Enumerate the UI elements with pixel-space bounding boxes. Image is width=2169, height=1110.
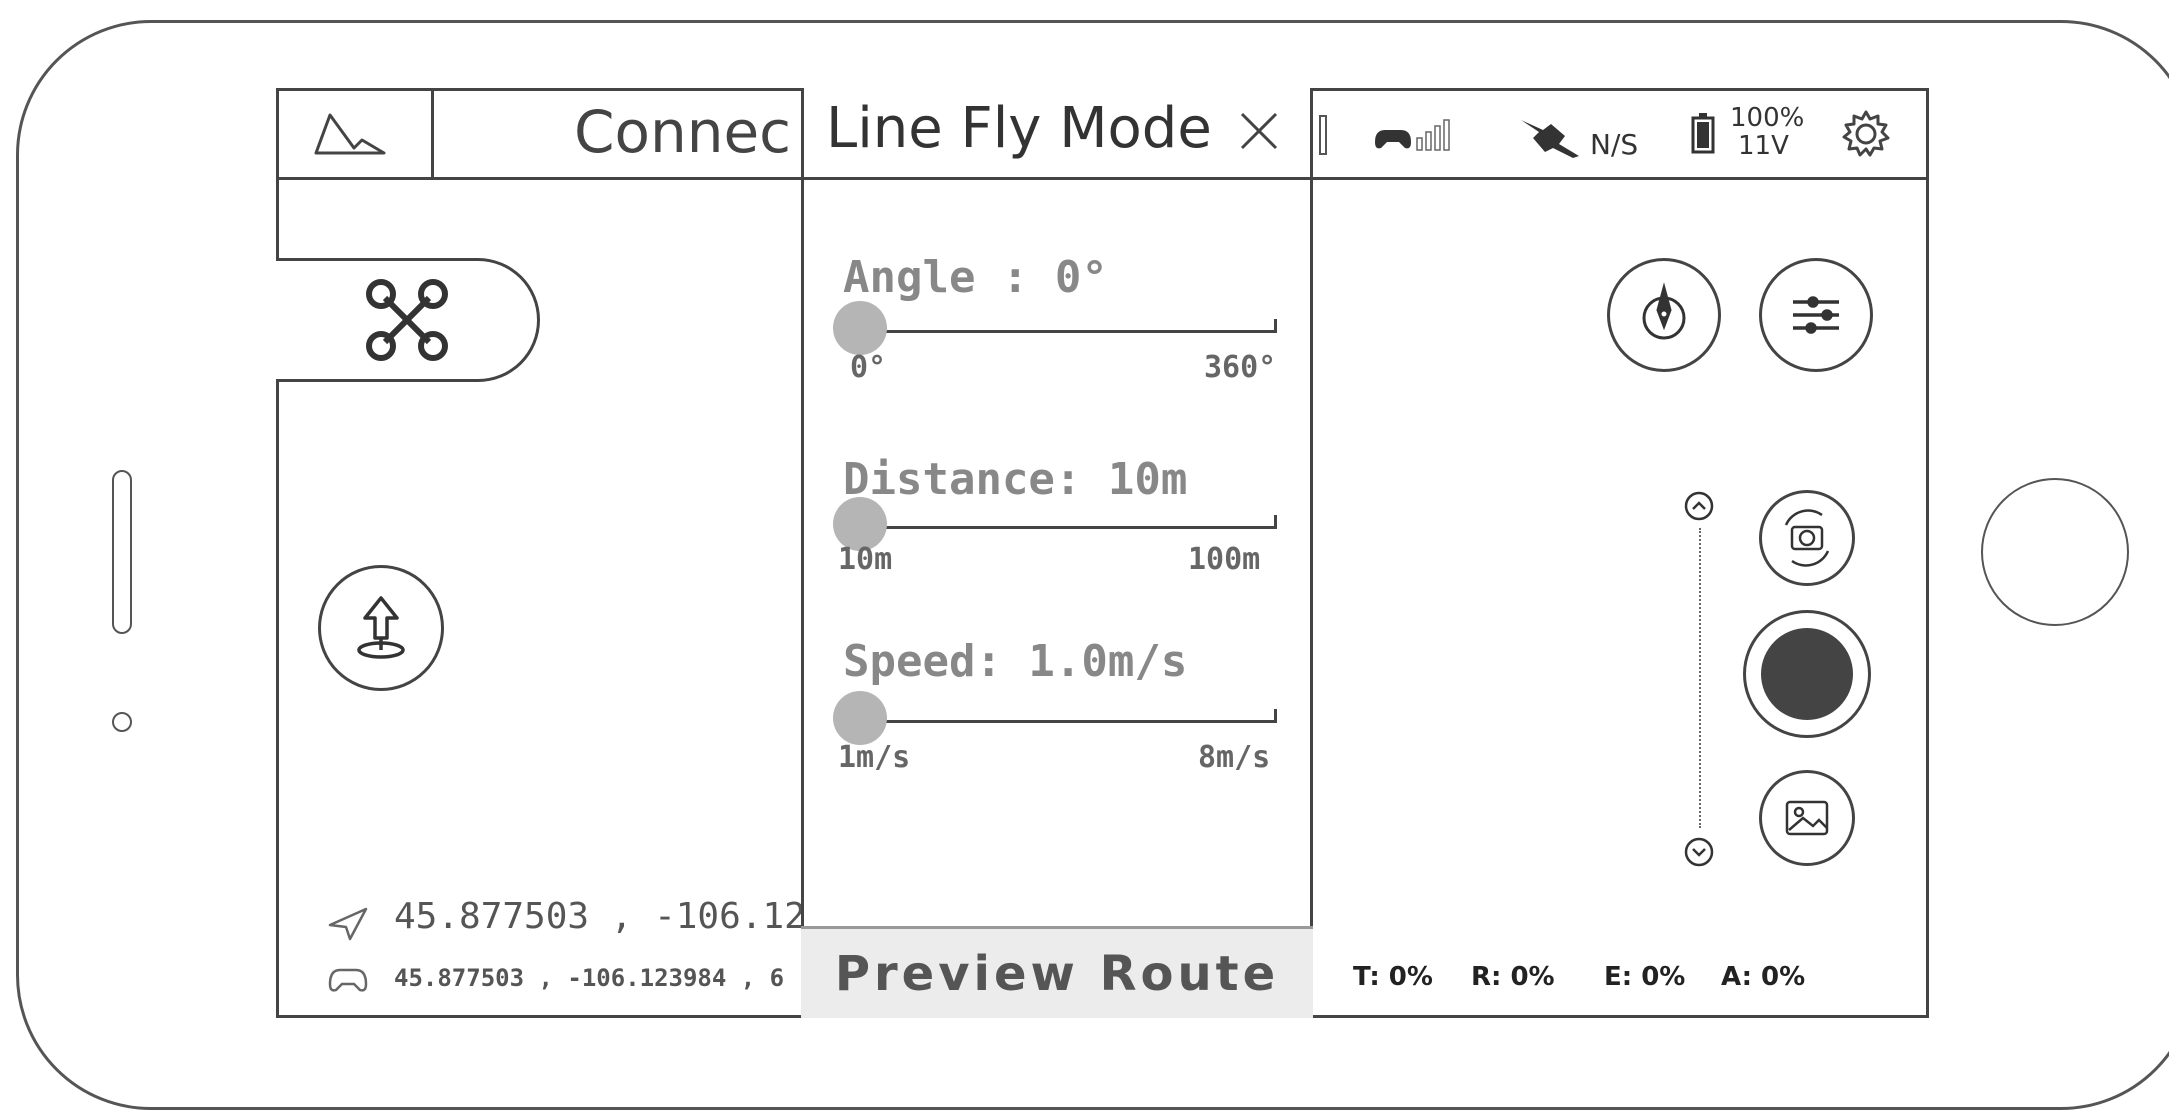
angle-track[interactable] bbox=[855, 330, 1277, 333]
phone-side-dot bbox=[112, 712, 132, 732]
record-icon bbox=[1761, 628, 1853, 720]
angle-label: Angle : 0° bbox=[843, 252, 1108, 303]
modal-title: Line Fly Mode bbox=[826, 96, 1212, 161]
battery-percent: 100% bbox=[1730, 103, 1805, 133]
angle-slider-thumb[interactable] bbox=[833, 301, 887, 355]
angle-min-label: 0° bbox=[850, 350, 887, 385]
trim-a: A: 0% bbox=[1721, 962, 1806, 992]
gear-icon[interactable] bbox=[1840, 108, 1892, 160]
speed-min-label: 1m/s bbox=[838, 740, 911, 775]
mountain-logo-icon bbox=[314, 113, 386, 155]
phone-home-button[interactable] bbox=[1981, 478, 2129, 626]
takeoff-icon bbox=[357, 596, 405, 659]
angle-tick-end bbox=[1274, 319, 1277, 331]
speed-max-label: 8m/s bbox=[1198, 740, 1271, 775]
record-button[interactable] bbox=[1743, 610, 1871, 738]
distance-track[interactable] bbox=[855, 526, 1277, 529]
close-icon[interactable] bbox=[1236, 106, 1284, 154]
connection-status-text: Connec bbox=[574, 98, 792, 166]
camera-switch-icon bbox=[1784, 509, 1830, 567]
speed-tick-end bbox=[1274, 709, 1277, 721]
compass-button[interactable] bbox=[1607, 258, 1721, 372]
gamepad-signal-icon bbox=[1375, 119, 1450, 151]
controller-location-icon bbox=[328, 968, 368, 992]
angle-max-label: 360° bbox=[1204, 350, 1277, 385]
zoom-track[interactable] bbox=[1699, 528, 1701, 828]
aircraft-coordinates: 45.877503 , -106.123 bbox=[394, 896, 828, 937]
drone-mode-button[interactable] bbox=[276, 258, 540, 382]
modal-title-divider bbox=[801, 177, 1313, 180]
distance-tick-end bbox=[1274, 515, 1277, 527]
satellite-icon bbox=[1521, 120, 1579, 158]
speed-slider-thumb[interactable] bbox=[833, 691, 887, 745]
gps-status-text: N/S bbox=[1590, 128, 1639, 161]
battery-readout: 100% 11V bbox=[1730, 104, 1804, 160]
takeoff-button[interactable] bbox=[318, 565, 444, 691]
trim-r: R: 0% bbox=[1471, 962, 1555, 992]
preview-route-button[interactable]: Preview Route bbox=[801, 926, 1313, 1018]
controller-coordinates: 45.877503 , -106.123984 , 6 bbox=[394, 964, 785, 992]
distance-max-label: 100m bbox=[1188, 542, 1261, 577]
zoom-out-icon[interactable] bbox=[1683, 836, 1715, 868]
gallery-button[interactable] bbox=[1759, 770, 1855, 866]
compass-icon bbox=[1642, 282, 1686, 340]
distance-min-label: 10m bbox=[838, 542, 893, 577]
settings-sliders-button[interactable] bbox=[1759, 258, 1873, 372]
trim-t: T: 0% bbox=[1353, 962, 1433, 992]
signal-bar-partial-icon bbox=[1319, 115, 1327, 155]
battery-voltage: 11V bbox=[1738, 131, 1789, 161]
battery-icon bbox=[1691, 113, 1715, 154]
speed-label: Speed: 1.0m/s bbox=[843, 636, 1188, 687]
sliders-icon bbox=[1793, 296, 1839, 334]
phone-side-slot bbox=[112, 470, 132, 634]
logo-button[interactable] bbox=[276, 88, 434, 179]
distance-label: Distance: 10m bbox=[843, 454, 1188, 505]
speed-track[interactable] bbox=[855, 720, 1277, 723]
zoom-in-icon[interactable] bbox=[1683, 490, 1715, 522]
gallery-icon bbox=[1785, 800, 1829, 836]
camera-switch-button[interactable] bbox=[1759, 490, 1855, 586]
trim-e: E: 0% bbox=[1604, 962, 1686, 992]
drone-icon bbox=[365, 279, 448, 361]
aircraft-location-icon bbox=[328, 907, 368, 941]
